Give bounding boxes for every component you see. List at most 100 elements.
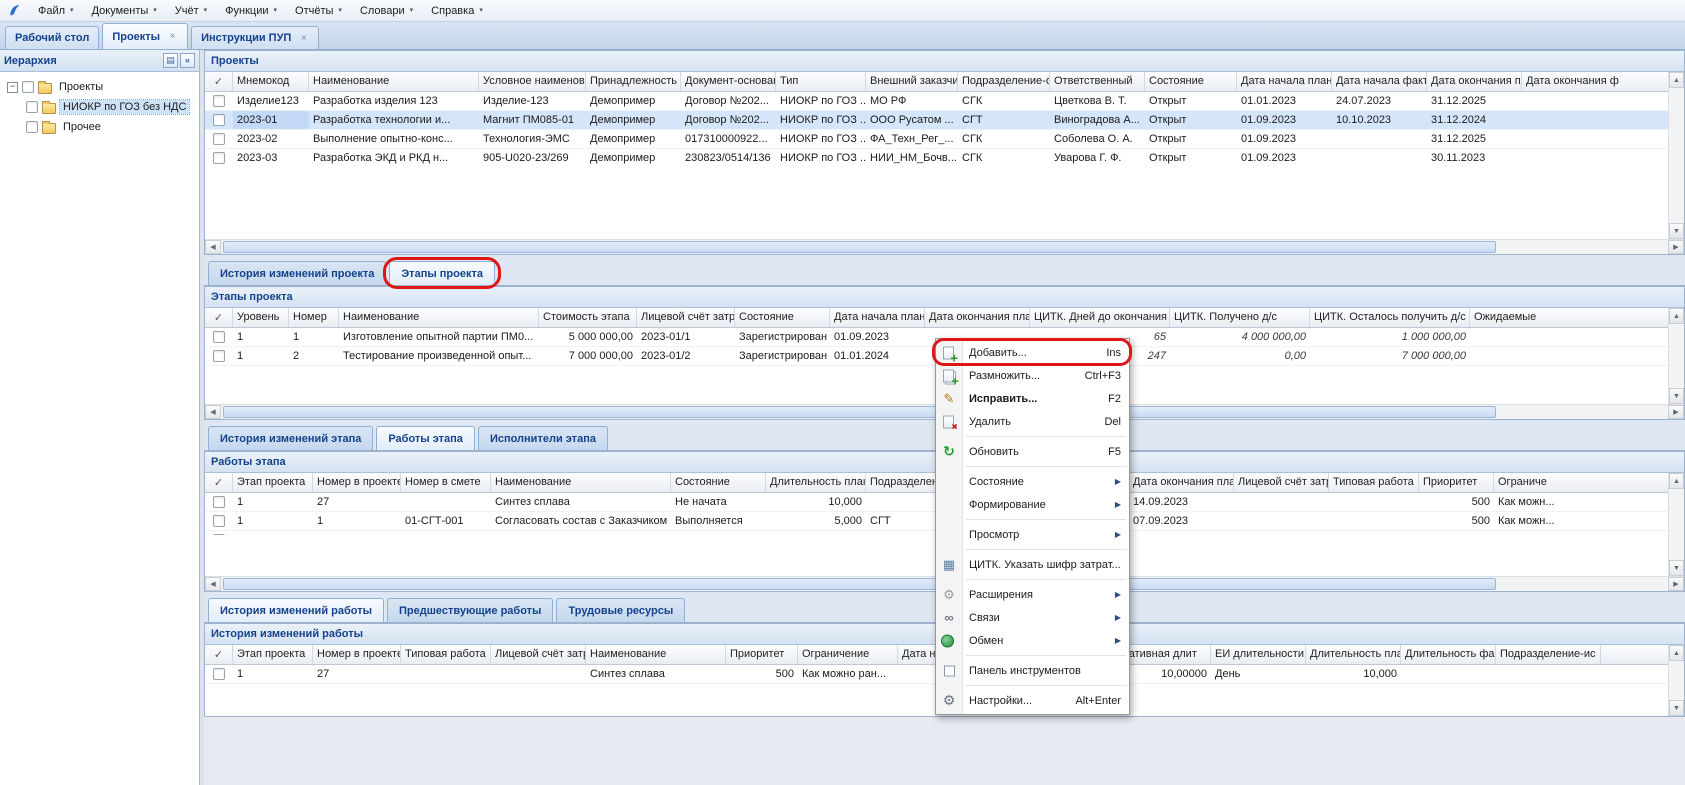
tree-checkbox[interactable] [26,101,38,113]
column-header[interactable]: Уровень [233,308,289,327]
collapse-node-icon[interactable] [7,82,18,93]
menu-file[interactable]: Файл▾ [29,2,83,20]
collapse-sidebar-button[interactable]: « [180,53,195,68]
row-checkbox[interactable] [213,496,225,508]
table-row[interactable]: Изделие123 Разработка изделия 123 Издели… [205,92,1668,111]
column-header[interactable]: Принадлежность [586,72,681,91]
column-header[interactable]: Наименование [491,473,671,492]
scrollbar-thumb[interactable] [223,406,1496,418]
column-header[interactable]: Типовая работа [1329,473,1419,492]
menu-item-formation[interactable]: Формирование ▶ [936,493,1129,516]
menu-item-links[interactable]: Связи ▶ [936,606,1129,629]
column-header[interactable]: Ответственный [1050,72,1145,91]
column-header[interactable]: ЕИ длительности [1211,645,1306,664]
tab-preceding-works[interactable]: Предшествующие работы [387,598,553,622]
column-header[interactable]: Дата окончания пл [1427,72,1522,91]
tab-projects[interactable]: Проекты [102,23,188,49]
menu-help[interactable]: Справка▾ [422,2,492,20]
menu-item-state[interactable]: Состояние ▶ [936,470,1129,493]
column-header[interactable]: Номер в проекте [313,473,401,492]
tab-work-history[interactable]: История изменений работы [208,598,384,622]
tree-item-projects[interactable]: Проекты [2,77,197,97]
column-header[interactable]: Номер в проекте [313,645,401,664]
column-header[interactable]: Этап проекта [233,645,313,664]
column-header[interactable]: ЦИТК. Осталось получить д/с [1310,308,1470,327]
tab-project-stages[interactable]: Этапы проекта [389,261,495,285]
scroll-right-icon[interactable]: ▶ [1668,577,1684,591]
column-header[interactable]: ✓ [205,473,233,492]
menu-documents[interactable]: Документы▾ [83,2,166,20]
menu-item-extensions[interactable]: Расширения ▶ [936,583,1129,606]
column-header-sorted[interactable]: Длительность план [766,473,866,492]
column-header[interactable]: Типовая работа [401,645,491,664]
column-header[interactable]: Стоимость этапа [539,308,637,327]
column-header[interactable]: Подразделение-от [958,72,1050,91]
column-header[interactable]: Тип [776,72,866,91]
menu-reports[interactable]: Отчёты▾ [286,2,351,20]
scroll-left-icon[interactable]: ◀ [205,577,221,591]
column-header[interactable]: Лицевой счёт затр [491,645,586,664]
scrollbar-thumb[interactable] [223,241,1496,253]
close-icon[interactable] [167,31,178,42]
column-header[interactable]: Состояние [735,308,830,327]
scroll-right-icon[interactable]: ▶ [1668,240,1684,254]
close-icon[interactable] [298,33,309,44]
row-checkbox[interactable] [213,152,225,164]
column-header[interactable]: ✓ [205,308,233,327]
column-header[interactable]: Дата окончания план [925,308,1030,327]
column-header[interactable]: ЦИТК. Получено д/с [1170,308,1310,327]
column-header[interactable]: Ограниче [1494,473,1668,492]
column-header[interactable]: ✓ [205,645,233,664]
row-checkbox[interactable] [213,668,225,680]
column-header[interactable]: Состояние [671,473,766,492]
scroll-up-icon[interactable]: ▲ [1669,72,1684,88]
row-checkbox[interactable] [213,350,225,362]
column-header[interactable]: Дата начала план. [1237,72,1332,91]
column-header[interactable]: ✓ [205,72,233,91]
column-header[interactable]: Номер в смете [401,473,491,492]
scrollbar-track[interactable] [1669,489,1684,560]
tab-project-history[interactable]: История изменений проекта [208,261,386,285]
menu-item-edit[interactable]: Исправить... F2 [936,387,1129,410]
scroll-up-icon[interactable]: ▲ [1669,645,1684,661]
column-header[interactable]: Условное наименова [479,72,586,91]
column-header[interactable]: Внешний заказчик [866,72,958,91]
column-header[interactable]: Подразделение-ис [1496,645,1601,664]
row-checkbox[interactable] [213,133,225,145]
column-header[interactable]: Номер [289,308,339,327]
column-header[interactable]: Документ-основан [681,72,776,91]
row-checkbox[interactable] [213,114,225,126]
vertical-scrollbar[interactable]: ▲ ▼ [1668,308,1684,404]
tree-checkbox[interactable] [26,121,38,133]
menu-item-add[interactable]: Добавить... Ins [936,341,1129,364]
scrollbar-thumb[interactable] [223,578,1496,590]
scroll-up-icon[interactable]: ▲ [1669,308,1684,324]
menu-item-citk-cost-code[interactable]: ЦИТК. Указать шифр затрат... [936,553,1129,576]
vertical-scrollbar[interactable]: ▲ ▼ [1668,72,1684,239]
scrollbar-track[interactable] [1669,324,1684,388]
column-header[interactable]: Наименование [339,308,539,327]
menu-dictionaries[interactable]: Словари▾ [351,2,422,20]
tab-stage-history[interactable]: История изменений этапа [208,426,373,450]
scrollbar-track[interactable] [1669,661,1684,700]
hierarchy-settings-icon[interactable]: ▤ [163,53,178,68]
row-checkbox[interactable] [213,331,225,343]
column-header[interactable]: Лицевой счёт затр [1234,473,1329,492]
column-header[interactable]: Дата начала факт [1332,72,1427,91]
menu-item-view[interactable]: Просмотр ▶ [936,523,1129,546]
column-header[interactable]: Мнемокод [233,72,309,91]
scroll-up-icon[interactable]: ▲ [1669,473,1684,489]
tree-checkbox[interactable] [22,81,34,93]
row-checkbox[interactable] [213,515,225,527]
tab-instructions-pup[interactable]: Инструкции ПУП [191,26,319,49]
column-header[interactable]: ЦИТК. Дней до окончания [1030,308,1170,327]
horizontal-scrollbar[interactable]: ◀ ▶ [205,239,1684,254]
scrollbar-track[interactable] [221,240,1668,254]
column-header[interactable]: Приоритет [1419,473,1494,492]
menu-functions[interactable]: Функции▾ [216,2,286,20]
row-checkbox[interactable] [213,95,225,107]
tab-labor-resources[interactable]: Трудовые ресурсы [556,598,685,622]
column-header[interactable]: Дата окончания ф [1522,72,1668,91]
column-header[interactable]: Длительность пла [1306,645,1401,664]
tab-stage-executors[interactable]: Исполнители этапа [478,426,608,450]
